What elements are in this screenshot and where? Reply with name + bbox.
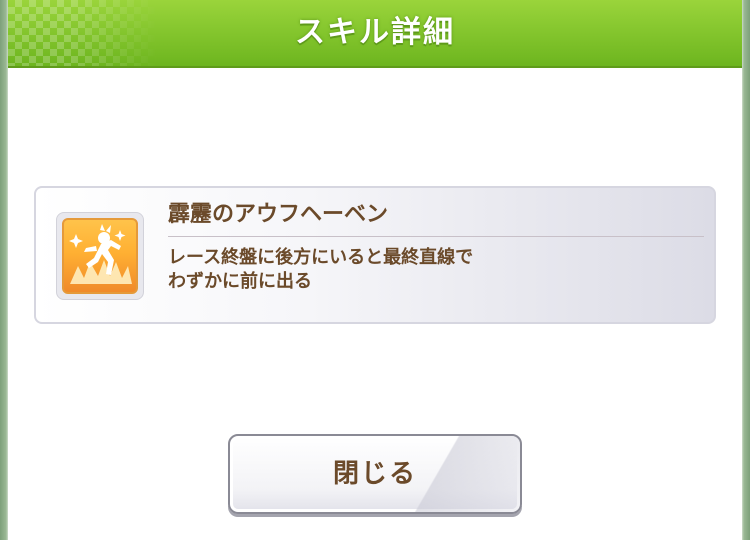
skill-divider bbox=[168, 236, 704, 237]
close-button-label: 閉じる bbox=[332, 459, 417, 489]
skill-icon-frame bbox=[56, 212, 144, 300]
close-button[interactable]: 閉じる bbox=[228, 434, 522, 514]
running-figure-icon bbox=[62, 218, 138, 294]
dialog-header: スキル詳細 bbox=[8, 0, 742, 68]
skill-detail-dialog: スキル詳細 霹靂のアウフヘーベン レース終盤に後方にいると最終直線で わずかに前… bbox=[8, 0, 742, 540]
running-figure-icon-svg bbox=[69, 224, 132, 284]
skill-card: 霹靂のアウフヘーベン レース終盤に後方にいると最終直線で わずかに前に出る bbox=[34, 186, 716, 324]
dialog-title: スキル詳細 bbox=[295, 15, 455, 50]
skill-name: 霹靂のアウフヘーベン bbox=[168, 202, 389, 227]
skill-description-line-2: わずかに前に出る bbox=[168, 271, 312, 292]
skill-description: レース終盤に後方にいると最終直線で わずかに前に出る bbox=[168, 246, 688, 294]
skill-description-line-1: レース終盤に後方にいると最終直線で bbox=[168, 247, 474, 268]
